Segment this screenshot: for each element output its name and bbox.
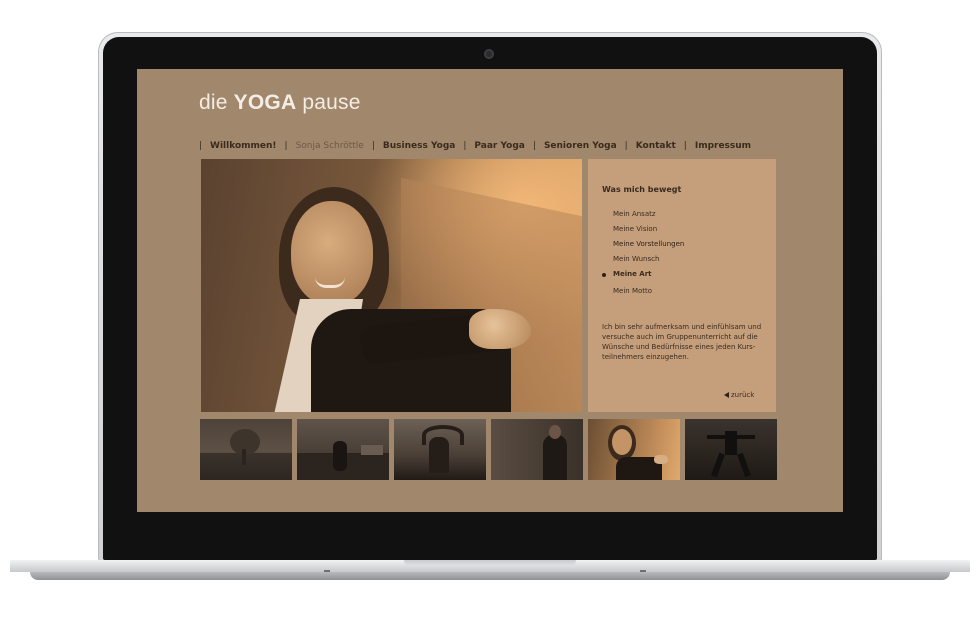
nav-separator: | — [463, 141, 467, 151]
gallery-thumbnail[interactable] — [394, 419, 486, 480]
website-screen: die YOGA pause | Willkommen! | Sonja Sch… — [137, 69, 843, 512]
panel-menu-item-vorstellungen[interactable]: Meine Vorstellungen — [602, 237, 684, 252]
panel-menu-item-wunsch[interactable]: Mein Wunsch — [602, 252, 684, 267]
nav-item-kontakt[interactable]: Kontakt — [636, 141, 676, 151]
laptop-foot — [640, 570, 646, 572]
nav-separator: | — [199, 141, 203, 151]
nav-item-willkommen[interactable]: Willkommen! — [210, 141, 276, 151]
side-panel: Was mich bewegt Mein Ansatz Meine Vision… — [588, 159, 776, 412]
site-logo[interactable]: die YOGA pause — [199, 91, 361, 115]
photo-face — [291, 201, 373, 305]
nav-separator: | — [683, 141, 687, 151]
logo-prefix: die — [199, 91, 228, 114]
panel-menu-item-vision[interactable]: Meine Vision — [602, 222, 684, 237]
logo-bold: YOGA — [233, 91, 297, 114]
photo-gallery — [200, 419, 777, 480]
panel-menu-item-motto[interactable]: Mein Motto — [602, 284, 684, 299]
back-link[interactable]: zurück — [724, 391, 754, 399]
gallery-thumbnail[interactable] — [297, 419, 389, 480]
webcam-icon — [484, 49, 494, 59]
nav-item-sonja-schroettle[interactable]: Sonja Schröttle — [296, 141, 364, 151]
panel-menu: Mein Ansatz Meine Vision Meine Vorstellu… — [602, 207, 684, 299]
logo-suffix: pause — [302, 91, 361, 114]
nav-item-senioren-yoga[interactable]: Senioren Yoga — [544, 141, 617, 151]
panel-menu-item-art[interactable]: Meine Art — [602, 267, 684, 282]
panel-body-text: Ich bin sehr aufmerksam und einfühlsam u… — [602, 323, 762, 361]
main-navigation: | Willkommen! | Sonja Schröttle | Busine… — [199, 141, 751, 151]
nav-separator: | — [624, 141, 628, 151]
gallery-thumbnail[interactable] — [200, 419, 292, 480]
laptop-foot — [324, 570, 330, 572]
gallery-thumbnail[interactable] — [685, 419, 777, 480]
nav-separator: | — [284, 141, 288, 151]
gallery-thumbnail-selected[interactable] — [588, 419, 680, 480]
nav-separator: | — [371, 141, 375, 151]
panel-menu-item-ansatz[interactable]: Mein Ansatz — [602, 207, 684, 222]
back-arrow-icon — [724, 392, 729, 398]
hero-photo — [201, 159, 582, 412]
nav-item-paar-yoga[interactable]: Paar Yoga — [474, 141, 524, 151]
panel-title: Was mich bewegt — [602, 185, 682, 194]
gallery-thumbnail[interactable] — [491, 419, 583, 480]
nav-item-impressum[interactable]: Impressum — [695, 141, 751, 151]
laptop-notch — [404, 560, 576, 566]
photo-hand — [469, 309, 531, 349]
nav-separator: | — [532, 141, 536, 151]
laptop-base-bottom — [30, 572, 950, 580]
bullet-icon — [602, 273, 606, 277]
nav-item-business-yoga[interactable]: Business Yoga — [383, 141, 455, 151]
